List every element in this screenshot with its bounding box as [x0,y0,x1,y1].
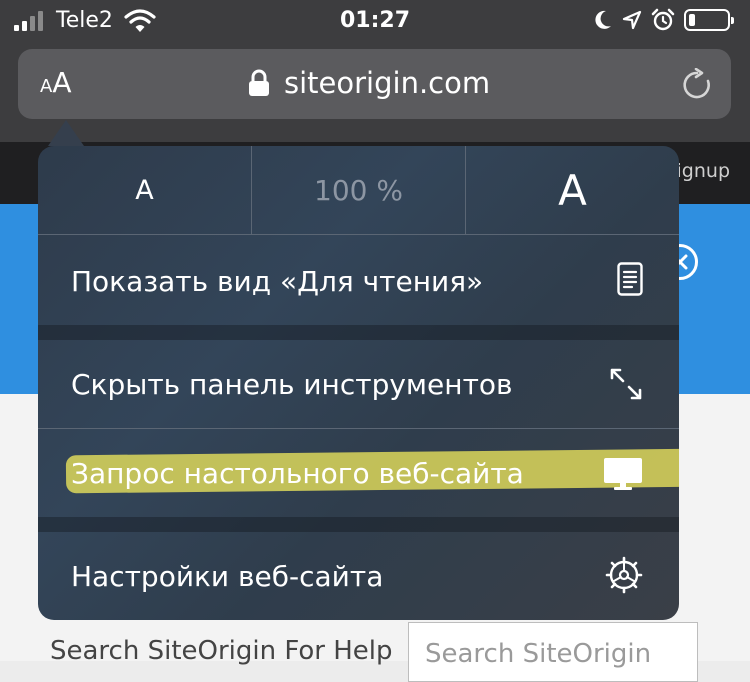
menu-section-gap [38,325,679,340]
menu-section-gap [38,517,679,532]
status-bar: Tele2 01:27 [0,0,750,44]
reload-icon[interactable] [681,68,713,102]
decrease-text-size-button[interactable]: A [38,146,252,234]
popover-arrow [48,120,84,146]
moon-icon [595,10,611,29]
signup-link[interactable]: ignup [677,160,730,182]
menu-item-label: Запрос настольного веб-сайта [71,457,524,490]
gear-icon [605,556,643,594]
expand-arrows-icon [610,368,642,400]
text-size-small-glyph: A [40,76,53,97]
text-size-large-glyph: A [52,66,72,99]
font-size-row: A 100 % A [38,146,679,235]
battery-icon [684,9,734,31]
menu-item-label: Скрыть панель инструментов [71,368,513,401]
hide-toolbar-item[interactable]: Скрыть панель инструментов [38,340,679,428]
increase-text-size-button[interactable]: A [466,146,679,234]
url-text[interactable]: siteorigin.com [284,66,490,100]
location-icon [622,10,642,30]
website-settings-item[interactable]: Настройки веб-сайта [38,532,679,620]
reader-view-icon [617,262,643,296]
text-size-button[interactable]: AA [40,69,71,97]
search-help-label: Search SiteOrigin For Help [50,636,393,666]
menu-item-label: Показать вид «Для чтения» [71,265,484,298]
menu-item-label: Настройки веб-сайта [71,560,384,593]
alarm-icon [651,8,675,31]
page-options-popover: A 100 % A Показать вид «Для чтения» Скры… [38,146,679,620]
desktop-icon [604,458,642,490]
lock-icon [249,69,269,96]
zoom-level-value: 100 % [252,146,466,234]
address-bar[interactable]: AA siteorigin.com [18,49,731,119]
show-reader-view-item[interactable]: Показать вид «Для чтения» [38,235,679,325]
page-search-input[interactable]: Search SiteOrigin [408,622,698,682]
